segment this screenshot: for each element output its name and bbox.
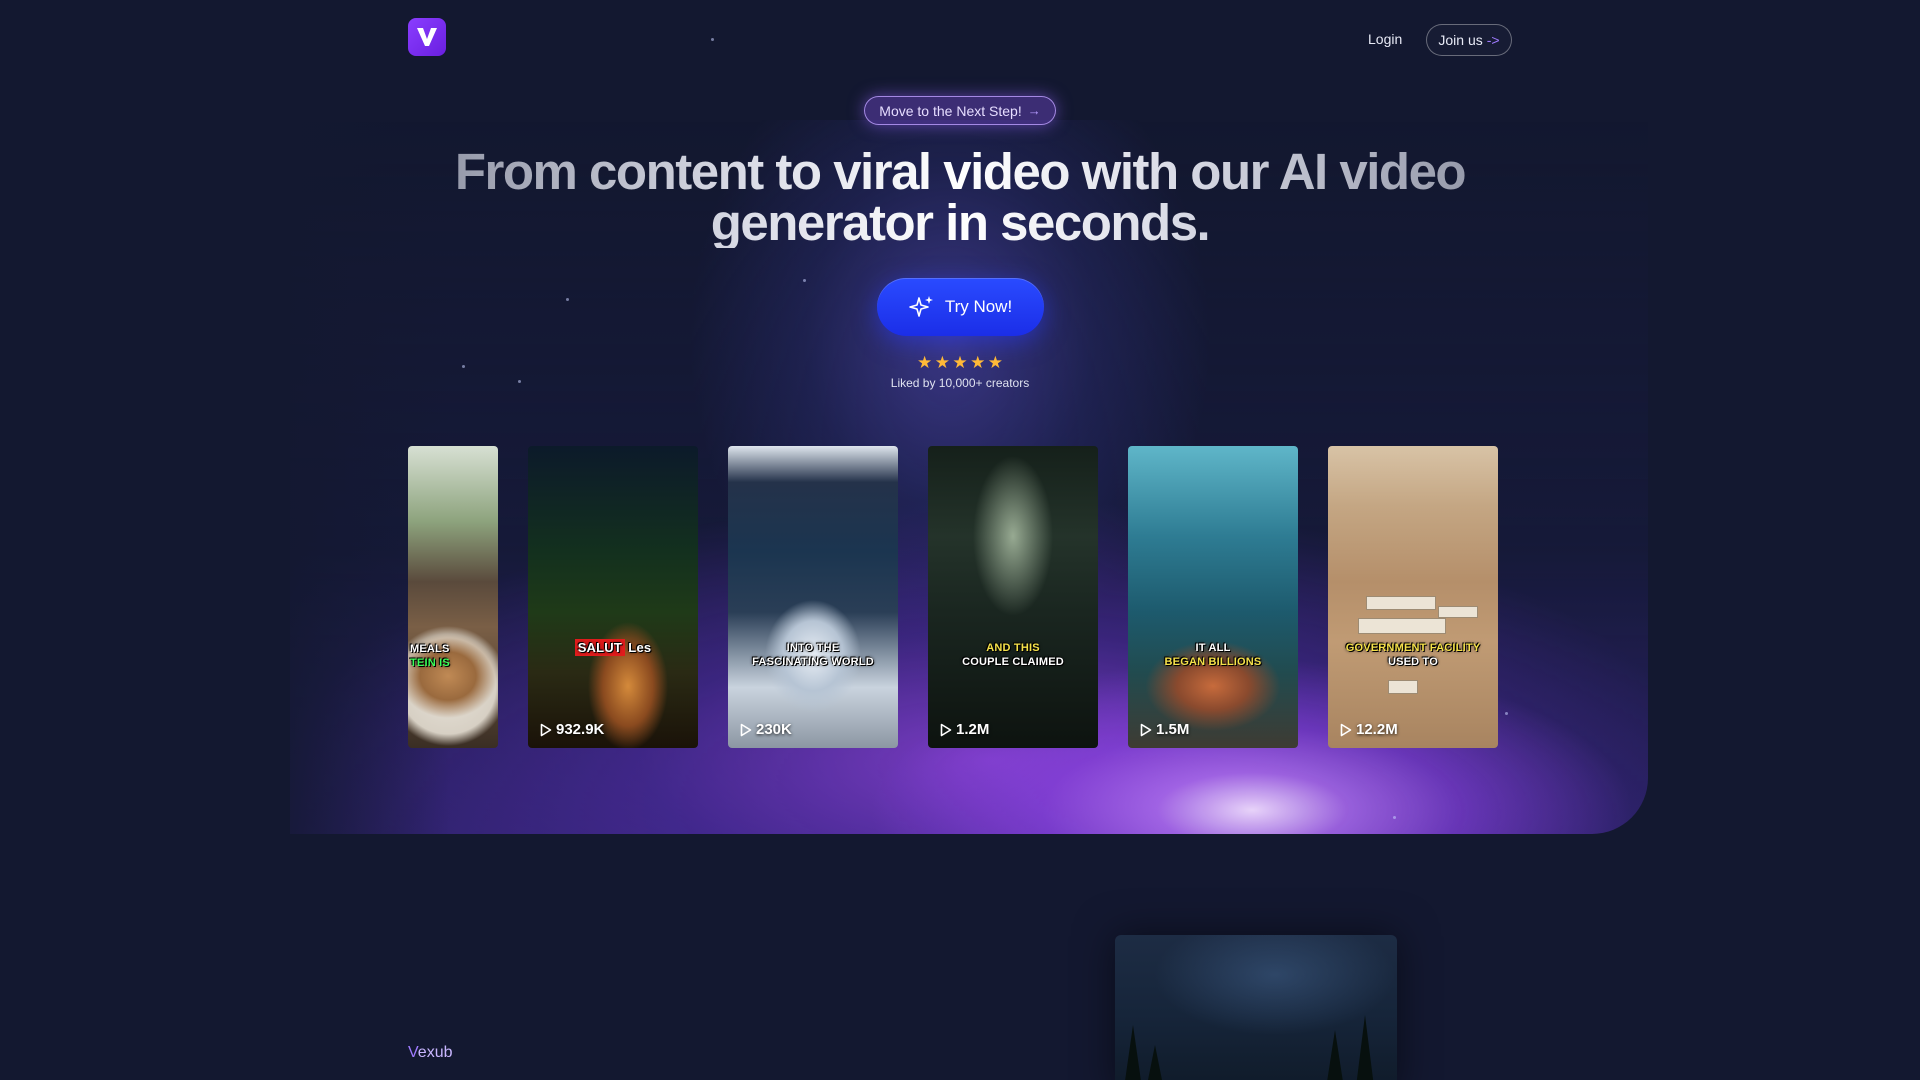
login-link[interactable]: Login (1368, 31, 1402, 47)
caption-line-2: TEIN IS (410, 657, 450, 669)
play-icon (740, 723, 752, 736)
star-icon: ★ (934, 353, 950, 372)
video-card-reef[interactable]: IT ALL BEGAN BILLIONS 1.5M (1128, 446, 1298, 748)
brand-label-prefix: V (408, 1044, 418, 1061)
join-us-label: Join us (1438, 32, 1483, 48)
next-step-label: Move to the Next Step! (879, 102, 1022, 119)
video-caption: AND THIS COUPLE CLAIMED (928, 641, 1098, 669)
view-count-value: 230K (756, 721, 792, 738)
background-star (462, 365, 465, 368)
brand-label-rest: exub (417, 1044, 453, 1061)
join-us-button[interactable]: Join us -> (1426, 24, 1512, 56)
video-card-forest[interactable]: SALUT Les 932.9K (528, 446, 698, 748)
caption-line-2: FASCINATING WORLD (752, 656, 874, 668)
caption-line-2: COUPLE CLAIMED (962, 656, 1064, 668)
view-count: 1.5M (1140, 721, 1189, 738)
play-icon (940, 723, 952, 736)
tree-silhouette (1123, 1025, 1143, 1080)
video-caption: INTO THE FASCINATING WORLD (728, 641, 898, 669)
facility-building (1366, 596, 1436, 610)
background-star (566, 298, 569, 301)
view-count: 12.2M (1340, 721, 1398, 738)
view-count: 1.2M (940, 721, 989, 738)
tree-silhouette (1145, 1045, 1165, 1080)
tree-silhouette (1325, 1030, 1345, 1080)
background-star (1505, 712, 1508, 715)
video-card-woods[interactable]: AND THIS COUPLE CLAIMED 1.2M (928, 446, 1098, 748)
caption-line-1: SALUT (574, 639, 626, 656)
video-caption: IT ALL BEGAN BILLIONS (1128, 641, 1298, 669)
play-icon (1340, 723, 1352, 736)
star-icon: ★ (970, 353, 986, 372)
star-icon: ★ (917, 353, 933, 372)
view-count-value: 12.2M (1356, 721, 1398, 738)
arrow-right-icon: → (1027, 103, 1041, 118)
caption-line-2: BEGAN BILLIONS (1164, 656, 1262, 668)
next-step-pill-button[interactable]: Move to the Next Step! → (864, 96, 1056, 125)
view-count-value: 932.9K (556, 721, 605, 738)
liked-by-text: Liked by 10,000+ creators (890, 376, 1030, 390)
caption-line-1: INTO THE (786, 642, 840, 654)
background-star (518, 380, 521, 383)
video-caption: GOVERNMENT FACILITY USED TO (1328, 641, 1498, 669)
headline-line-2: generator in seconds. (710, 194, 1210, 251)
caption-line-1: AND THIS (986, 642, 1040, 654)
facility-building (1358, 618, 1446, 634)
caption-line-1: IT ALL (1195, 642, 1231, 654)
play-icon (540, 723, 552, 736)
background-star (1393, 816, 1396, 819)
star-icon: ★ (952, 353, 968, 372)
sparkle-icon (909, 296, 933, 317)
video-caption: SALUT Les (528, 639, 698, 656)
video-card-meals[interactable]: MEALS TEIN IS (408, 446, 498, 748)
logo-v-icon (417, 28, 437, 46)
background-star (803, 279, 806, 282)
caption-line-1: MEALS (410, 643, 450, 655)
headline-line-1: From content to viral video with our AI … (454, 143, 1466, 200)
vexub-logo[interactable] (408, 18, 446, 56)
view-count-value: 1.5M (1156, 721, 1190, 738)
hero-headline: From content to viral video with our AI … (420, 146, 1500, 248)
video-caption: MEALS TEIN IS (410, 642, 498, 670)
caption-line-2: USED TO (1387, 656, 1439, 668)
background-star (711, 38, 714, 41)
caption-line-1: GOVERNMENT FACILITY (1345, 642, 1481, 654)
facility-building (1388, 680, 1418, 694)
section-brand-label: Vexub (408, 1044, 453, 1062)
video-card-lab[interactable]: INTO THE FASCINATING WORLD 230K (728, 446, 898, 748)
rating-stars: ★ ★ ★ ★ ★ (917, 354, 1003, 371)
tree-silhouette (1355, 1015, 1375, 1080)
view-count-value: 1.2M (956, 721, 990, 738)
caption-line-2: Les (628, 640, 652, 655)
play-icon (1140, 723, 1152, 736)
arrow-right-icon: -> (1486, 32, 1500, 48)
view-count: 230K (740, 721, 792, 738)
facility-building (1438, 606, 1478, 618)
night-forest-preview[interactable] (1115, 935, 1397, 1080)
try-now-button[interactable]: Try Now! (877, 278, 1044, 336)
try-now-label: Try Now! (944, 297, 1013, 316)
view-count: 932.9K (540, 721, 604, 738)
star-icon: ★ (987, 353, 1003, 372)
video-card-desert[interactable]: GOVERNMENT FACILITY USED TO 12.2M (1328, 446, 1498, 748)
